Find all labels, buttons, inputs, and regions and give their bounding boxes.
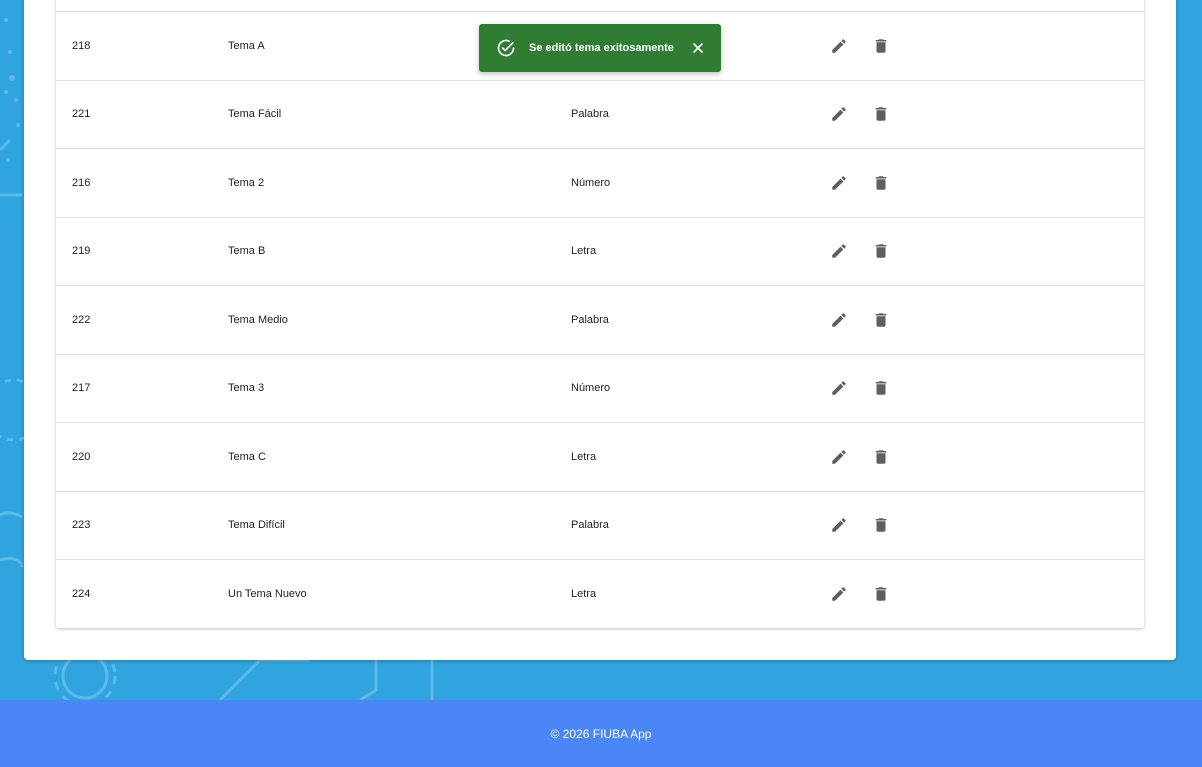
topic-name: Tema Medio [228,313,288,326]
trash-icon[interactable] [868,33,894,59]
pencil-icon[interactable] [826,375,852,401]
success-toast: Se editó tema exitosamente [479,24,721,72]
pencil-icon[interactable] [826,512,852,538]
topic-id: 218 [72,39,91,52]
table-row: 220 Tema C Letra [56,423,1144,492]
topic-name: Un Tema Nuevo [228,587,307,600]
table-row: 217 Tema 3 Número [56,355,1144,423]
topics-table: 218 Tema A 221 Tema Fácil Palabra 216 Te… [56,0,1144,628]
pencil-icon[interactable] [826,444,852,470]
pencil-icon[interactable] [826,307,852,333]
topic-id: 220 [72,450,91,463]
row-actions [826,170,894,196]
topic-name: Tema Fácil [228,108,282,121]
table-row: 222 Tema Medio Palabra [56,286,1144,355]
topic-type: Letra [571,245,597,258]
toast-message: Se editó tema exitosamente [529,42,674,54]
topic-name: Tema B [228,245,266,258]
topic-type: Palabra [571,519,609,532]
topic-name: Tema Difícil [228,519,285,532]
topic-type: Número [571,176,611,189]
topic-id: 222 [72,313,91,326]
trash-icon[interactable] [868,375,894,401]
pencil-icon[interactable] [826,238,852,264]
topic-type: Letra [571,450,597,463]
topic-name: Tema 3 [228,382,265,395]
check-circle-icon [496,38,516,58]
topic-type: Número [571,382,611,395]
topic-type: Letra [571,587,597,600]
footer: © 2026 FIUBA App [0,700,1202,767]
row-actions [826,512,894,538]
row-actions [826,307,894,333]
topic-id: 224 [72,587,91,600]
content-card: 218 Tema A 221 Tema Fácil Palabra 216 Te… [24,0,1176,660]
table-row: 223 Tema Difícil Palabra [56,492,1144,560]
trash-icon[interactable] [868,238,894,264]
topic-name: Tema A [228,39,265,52]
topic-id: 216 [72,176,91,189]
trash-icon[interactable] [868,307,894,333]
pencil-icon[interactable] [826,170,852,196]
row-actions [826,101,894,127]
table-row: 221 Tema Fácil Palabra [56,81,1144,149]
pencil-icon[interactable] [826,581,852,607]
topic-id: 217 [72,382,91,395]
topic-name: Tema C [228,450,266,463]
table-top-edge [56,0,1144,12]
topic-name: Tema 2 [228,176,265,189]
topic-type: Palabra [571,313,609,326]
trash-icon[interactable] [868,581,894,607]
topic-id: 219 [72,245,91,258]
topic-id: 223 [72,519,91,532]
trash-icon[interactable] [868,170,894,196]
row-actions [826,238,894,264]
pencil-icon[interactable] [826,33,852,59]
table-row: 219 Tema B Letra [56,218,1144,286]
row-actions [826,33,894,59]
table-row: 224 Un Tema Nuevo Letra [56,560,1144,628]
trash-icon[interactable] [868,101,894,127]
footer-copyright: © 2026 FIUBA App [550,726,652,741]
trash-icon[interactable] [868,444,894,470]
pencil-icon[interactable] [826,101,852,127]
trash-icon[interactable] [868,512,894,538]
row-actions [826,581,894,607]
row-actions [826,444,894,470]
table-row: 216 Tema 2 Número [56,149,1144,218]
topic-id: 221 [72,108,91,121]
close-icon[interactable] [688,38,708,58]
topic-type: Palabra [571,108,609,121]
row-actions [826,375,894,401]
